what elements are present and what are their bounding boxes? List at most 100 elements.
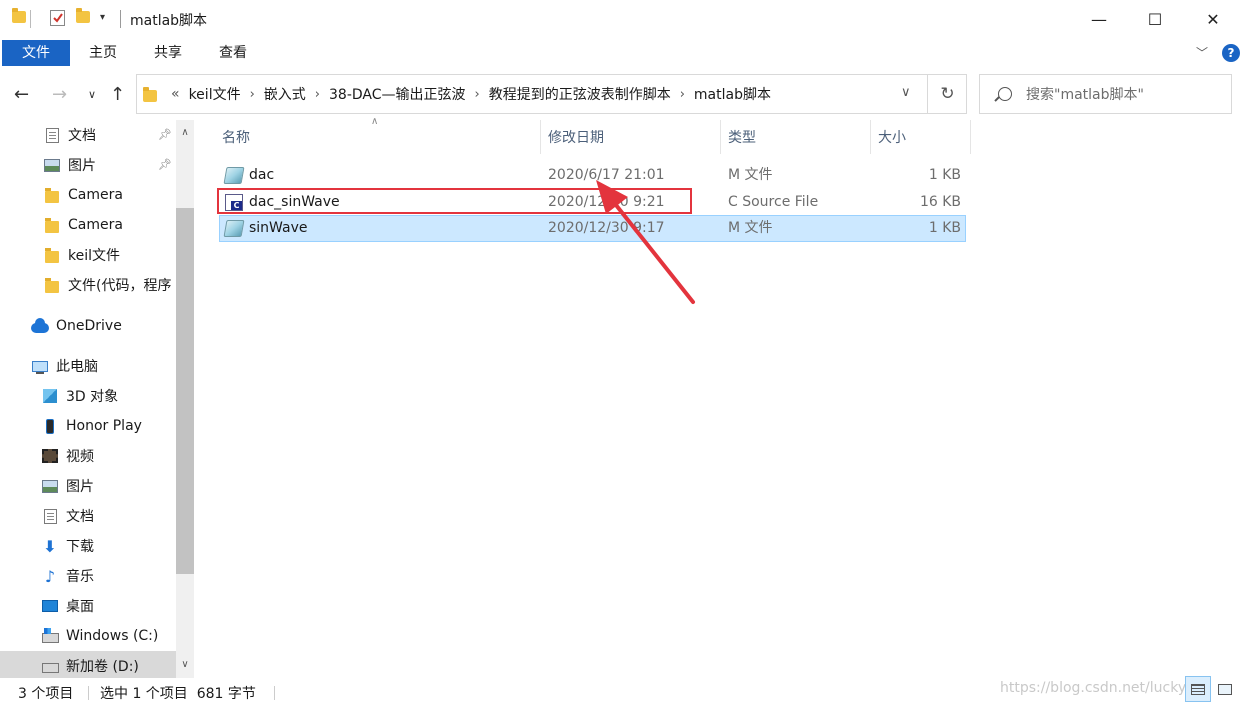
picture-icon [42,479,58,493]
sidebar-item-honor-play[interactable]: Honor Play [0,411,176,441]
tab-home[interactable]: 主页 [80,40,126,66]
sidebar-item-keil[interactable]: keil文件 [0,240,176,270]
file-type: C Source File [728,194,819,210]
tab-file[interactable]: 文件 [2,40,70,66]
search-box[interactable]: 搜索"matlab脚本" [979,74,1232,114]
folder-icon [12,8,26,23]
chevron-right-icon[interactable]: › [475,87,480,102]
sidebar-item-drive-c[interactable]: Windows (C:) [0,621,176,651]
desktop-icon [42,600,58,612]
folder-icon [45,187,59,203]
sidebar-item-label: 音乐 [66,569,94,585]
tab-view[interactable]: 查看 [210,40,256,66]
file-size: 1 KB [928,167,961,183]
sidebar-item-label: Camera [68,217,123,233]
sidebar-item-pictures[interactable]: 图片 [0,471,176,501]
back-button[interactable]: ← [14,84,29,105]
column-header-date[interactable]: 修改日期 [548,120,604,154]
windows-drive-icon [41,628,59,643]
scroll-down-icon[interactable]: ∨ [176,656,194,674]
download-icon: ⬇ [43,536,57,556]
file-row[interactable]: dac 2020/6/17 21:01 M 文件 1 KB [219,162,966,189]
column-header-name[interactable]: 名称 [222,120,250,154]
chevron-right-icon[interactable]: › [315,87,320,102]
minimize-button[interactable]: — [1076,0,1122,38]
column-divider[interactable] [970,120,971,154]
sidebar-item-code-files[interactable]: 文件(代码，程序 [0,270,176,300]
close-button[interactable]: ✕ [1190,0,1236,38]
recent-locations-button[interactable]: ∨ [88,88,96,101]
chevron-right-icon[interactable]: › [680,87,685,102]
address-bar[interactable]: « keil文件 › 嵌入式 › 38-DAC—输出正弦波 › 教程提到的正弦波… [136,74,967,114]
column-divider[interactable] [870,120,871,154]
ribbon: 文件 主页 共享 查看 ﹀ ? [0,38,1245,68]
column-header-size[interactable]: 大小 [878,120,906,154]
details-view-button[interactable] [1185,676,1211,702]
3d-objects-icon [43,389,57,403]
address-dropdown-icon[interactable]: ∨ [901,85,911,100]
maximize-button[interactable]: ☐ [1132,0,1178,38]
sidebar-item-label: 新加卷 (D:) [66,659,139,675]
m-file-icon [223,167,245,184]
sidebar-item-music[interactable]: ♪ 音乐 [0,561,176,591]
divider [274,686,275,700]
this-pc-icon [32,360,48,374]
pin-icon[interactable]: 📌︎ [158,128,172,141]
scroll-up-icon[interactable]: ∧ [176,124,194,142]
column-divider[interactable] [540,120,541,154]
customize-toolbar-icon[interactable]: ▾ [100,12,105,23]
sidebar-scrollbar-thumb[interactable] [176,208,194,574]
onedrive-icon [31,317,49,333]
refresh-button[interactable]: ↻ [927,75,967,113]
sidebar-item-label: OneDrive [56,318,122,334]
sidebar-item-label: 下载 [66,539,94,555]
sidebar-item-pictures-pinned[interactable]: 图片 📌︎ [0,150,176,180]
watermark: https://blog.csdn.net/lucky [1000,680,1187,696]
chevron-right-icon[interactable]: › [250,87,255,102]
breadcrumb-embedded[interactable]: 嵌入式 [264,84,306,104]
expand-ribbon-icon[interactable]: ﹀ [1196,44,1208,61]
item-count: 3 个项目 [18,686,74,702]
breadcrumb-keil[interactable]: keil文件 [189,84,241,104]
sidebar-item-camera-2[interactable]: Camera [0,210,176,240]
breadcrumb-overflow[interactable]: « [171,86,180,102]
breadcrumb-tutorial[interactable]: 教程提到的正弦波表制作脚本 [489,84,671,104]
folder-icon [143,86,157,102]
sidebar-item-camera[interactable]: Camera [0,180,176,210]
properties-icon[interactable] [50,10,65,26]
breadcrumb-dac[interactable]: 38-DAC—输出正弦波 [329,84,466,104]
sidebar-item-drive-d[interactable]: 新加卷 (D:) [0,651,176,678]
sidebar-item-label: keil文件 [68,248,121,264]
help-icon[interactable]: ? [1222,44,1240,62]
sidebar-item-3d-objects[interactable]: 3D 对象 [0,381,176,411]
column-header-type[interactable]: 类型 [728,120,756,154]
sidebar-item-desktop[interactable]: 桌面 [0,591,176,621]
drive-icon [41,663,59,673]
up-button[interactable]: ↑ [110,84,125,105]
search-placeholder: 搜索"matlab脚本" [1026,87,1144,103]
details-view-icon [1191,683,1205,695]
folder-icon [45,277,59,293]
sidebar-item-documents-pinned[interactable]: 文档 📌︎ [0,120,176,150]
search-icon [998,87,1012,101]
sidebar-item-documents[interactable]: 文档 [0,501,176,531]
new-folder-icon[interactable] [76,8,90,23]
sidebar-item-downloads[interactable]: ⬇ 下载 [0,531,176,561]
annotation-highlight-box [217,188,692,214]
file-date: 2020/6/17 21:01 [548,167,665,183]
file-size: 1 KB [928,220,961,236]
phone-icon [46,418,54,434]
sidebar-item-onedrive[interactable]: OneDrive [0,311,176,341]
file-row[interactable]: sinWave 2020/12/30 9:17 M 文件 1 KB [219,215,966,242]
pin-icon[interactable]: 📌︎ [158,158,172,171]
breadcrumb-current[interactable]: matlab脚本 [694,84,771,104]
tab-share[interactable]: 共享 [145,40,191,66]
sidebar-item-label: 3D 对象 [66,389,119,405]
forward-button[interactable]: → [52,84,67,105]
sidebar-item-this-pc[interactable]: 此电脑 [0,351,176,381]
column-divider[interactable] [720,120,721,154]
file-name: sinWave [249,220,308,236]
sidebar-item-videos[interactable]: 视频 [0,441,176,471]
sidebar-item-label: 图片 [68,158,96,174]
large-icons-view-button[interactable] [1212,676,1238,702]
